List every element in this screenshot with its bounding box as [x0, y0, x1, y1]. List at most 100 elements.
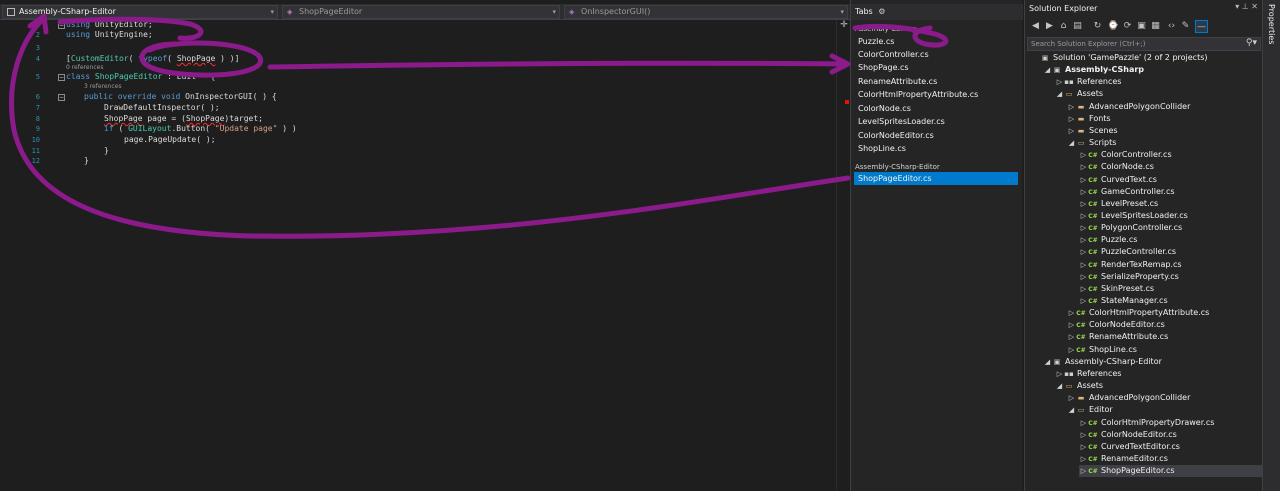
pending-changes-icon[interactable]: ⌚ — [1107, 20, 1120, 33]
tree-item[interactable]: ▷ ▬ Fonts — [1067, 113, 1280, 125]
tab-item[interactable]: Puzzle.cs — [854, 35, 1018, 48]
collapsed-arrow-icon[interactable]: ▷ — [1067, 319, 1076, 331]
tree-item[interactable]: ▷ C# PolygonController.cs — [1079, 222, 1280, 234]
preview-icon[interactable]: — — [1195, 20, 1208, 33]
tab-item[interactable]: LevelSpritesLoader.cs — [854, 115, 1018, 128]
tree-item[interactable]: ▷ C# CurvedTextEditor.cs — [1079, 441, 1280, 453]
gear-icon[interactable]: ⚙ — [878, 7, 885, 16]
collapsed-arrow-icon[interactable]: ▷ — [1055, 76, 1064, 88]
tab-item[interactable]: RenameAttribute.cs — [854, 75, 1018, 88]
tree-item[interactable]: ▷ C# SerializeProperty.cs — [1079, 271, 1280, 283]
collapsed-arrow-icon[interactable]: ▷ — [1079, 198, 1088, 210]
member-dropdown[interactable]: ◈ OnInspectorGUI() ▾ — [564, 5, 848, 19]
collapsed-arrow-icon[interactable]: ▷ — [1067, 307, 1076, 319]
tree-item[interactable]: ▷ ▬ AdvancedPolygonCollider — [1067, 101, 1280, 113]
expanded-arrow-icon[interactable]: ◢ — [1055, 380, 1064, 392]
tab-item-selected[interactable]: ShopPageEditor.cs — [854, 172, 1018, 185]
expanded-arrow-icon[interactable]: ◢ — [1043, 356, 1052, 368]
tree-item[interactable]: ▷ C# ColorNode.cs — [1079, 161, 1280, 173]
tree-item[interactable]: ▷ C# RenameAttribute.cs — [1067, 331, 1280, 343]
tree-item[interactable]: ▣ Solution 'GamePazzle' (2 of 2 projects) — [1031, 52, 1267, 64]
pin-icon[interactable]: ⊥ — [1242, 2, 1249, 11]
collapsed-arrow-icon[interactable]: ▷ — [1079, 186, 1088, 198]
codelens-references[interactable]: 0 references — [66, 64, 104, 72]
tree-item[interactable]: ▷ C# StateManager.cs — [1079, 295, 1280, 307]
tree-item[interactable]: ▷ ▪▪ References — [1055, 76, 1280, 88]
tree-item[interactable]: ◢ ▭ Scripts — [1067, 137, 1280, 149]
tree-item[interactable]: ▷ C# ColorHtmlPropertyAttribute.cs — [1067, 307, 1280, 319]
sync-icon[interactable]: ⟳ — [1121, 20, 1134, 33]
collapsed-arrow-icon[interactable]: ▷ — [1055, 368, 1064, 380]
tab-item[interactable]: ShopLine.cs — [854, 142, 1018, 155]
collapsed-arrow-icon[interactable]: ▷ — [1079, 441, 1088, 453]
collapsed-arrow-icon[interactable]: ▷ — [1079, 465, 1088, 477]
collapsed-arrow-icon[interactable]: ▷ — [1079, 295, 1088, 307]
tree-item[interactable]: ▷ C# LevelSpritesLoader.cs — [1079, 210, 1280, 222]
tree-item[interactable]: ▷ C# ColorNodeEditor.cs — [1079, 429, 1280, 441]
tree-item[interactable]: ▷ ▬ Scenes — [1067, 125, 1280, 137]
collapsed-arrow-icon[interactable]: ▷ — [1067, 331, 1076, 343]
collapsed-arrow-icon[interactable]: ▷ — [1079, 149, 1088, 161]
code-editor[interactable]: Assembly-CSharp-Editor ▾ ◈ ShopPageEdito… — [0, 0, 850, 491]
dropdown-icon[interactable]: ▾ — [1235, 2, 1239, 11]
tab-item[interactable]: ShopPage.cs — [854, 61, 1018, 74]
tree-item[interactable]: ▷ C# ColorHtmlPropertyDrawer.cs — [1079, 417, 1280, 429]
forward-icon[interactable]: ▶ — [1043, 20, 1056, 33]
tree-item[interactable]: ◢ ▣ Assembly-CSharp — [1043, 64, 1279, 76]
collapsed-arrow-icon[interactable]: ▷ — [1079, 161, 1088, 173]
home-icon[interactable]: ⌂ — [1057, 20, 1070, 33]
tree-item[interactable]: ◢ ▭ Editor — [1067, 404, 1280, 416]
tree-item[interactable]: ▷ C# RenderTexRemap.cs — [1079, 259, 1280, 271]
expanded-arrow-icon[interactable]: ◢ — [1055, 88, 1064, 100]
tree-item-selected[interactable]: ▷ C# ShopPageEditor.cs — [1079, 465, 1280, 478]
expanded-arrow-icon[interactable]: ◢ — [1067, 137, 1076, 149]
tab-item[interactable]: ColorController.cs — [854, 48, 1018, 61]
vertical-scrollbar[interactable]: ✛ — [836, 20, 850, 491]
collapsed-arrow-icon[interactable]: ▷ — [1067, 392, 1076, 404]
expanded-arrow-icon[interactable]: ◢ — [1043, 64, 1052, 76]
solution-search-input[interactable]: Search Solution Explorer (Ctrl+;) ⚲▾ — [1027, 37, 1261, 51]
collapse-toggle[interactable]: − — [58, 74, 65, 81]
collapsed-arrow-icon[interactable]: ▷ — [1067, 101, 1076, 113]
collapsed-arrow-icon[interactable]: ▷ — [1079, 271, 1088, 283]
tab-item[interactable]: ColorHtmlPropertyAttribute.cs — [854, 88, 1018, 101]
collapsed-arrow-icon[interactable]: ▷ — [1079, 222, 1088, 234]
search-icon[interactable]: ⚲▾ — [1246, 37, 1257, 49]
tree-item[interactable]: ◢ ▭ Assets — [1055, 380, 1280, 392]
tree-item[interactable]: ▷ C# Puzzle.cs — [1079, 234, 1280, 246]
tree-item[interactable]: ◢ ▣ Assembly-CSharp-Editor — [1043, 356, 1279, 368]
tree-item[interactable]: ▷ C# GameController.cs — [1079, 186, 1280, 198]
collapse-toggle[interactable]: − — [58, 94, 65, 101]
tree-item[interactable]: ▷ C# ColorNodeEditor.cs — [1067, 319, 1280, 331]
tree-item[interactable]: ▷ C# LevelPreset.cs — [1079, 198, 1280, 210]
expanded-arrow-icon[interactable]: ◢ — [1067, 404, 1076, 416]
history-icon[interactable]: ↻ — [1091, 20, 1104, 33]
collapse-toggle[interactable]: − — [58, 22, 65, 29]
collapsed-arrow-icon[interactable]: ▷ — [1079, 174, 1088, 186]
collapsed-arrow-icon[interactable]: ▷ — [1067, 125, 1076, 137]
collapsed-arrow-icon[interactable]: ▷ — [1079, 283, 1088, 295]
tab-item[interactable]: ColorNodeEditor.cs — [854, 129, 1018, 142]
project-dropdown[interactable]: Assembly-CSharp-Editor ▾ — [2, 5, 278, 19]
collapsed-arrow-icon[interactable]: ▷ — [1079, 453, 1088, 465]
collapsed-arrow-icon[interactable]: ▷ — [1079, 210, 1088, 222]
collapsed-arrow-icon[interactable]: ▷ — [1079, 234, 1088, 246]
tree-item[interactable]: ▷ C# ColorController.cs — [1079, 149, 1280, 161]
properties-tab[interactable]: Properties — [1262, 0, 1280, 491]
tree-item[interactable]: ▷ ▪▪ References — [1055, 368, 1280, 380]
collapsed-arrow-icon[interactable]: ▷ — [1079, 417, 1088, 429]
collapse-all-icon[interactable]: ▣ — [1135, 20, 1148, 33]
split-icon[interactable]: ✛ — [838, 20, 850, 30]
collapsed-arrow-icon[interactable]: ▷ — [1079, 259, 1088, 271]
tree-item[interactable]: ▷ C# RenameEditor.cs — [1079, 453, 1280, 465]
tree-item[interactable]: ▷ C# PuzzleController.cs — [1079, 246, 1280, 258]
collapsed-arrow-icon[interactable]: ▷ — [1067, 113, 1076, 125]
collapsed-arrow-icon[interactable]: ▷ — [1079, 246, 1088, 258]
class-dropdown[interactable]: ◈ ShopPageEditor ▾ — [282, 5, 560, 19]
tree-item[interactable]: ▷ ▬ AdvancedPolygonCollider — [1067, 392, 1280, 404]
tree-item[interactable]: ▷ C# ShopLine.cs — [1067, 344, 1280, 356]
close-icon[interactable]: ✕ — [1251, 2, 1258, 11]
code-area[interactable]: using UnityEditor; using UnityEngine; [C… — [66, 20, 836, 490]
back-icon[interactable]: ◀ — [1029, 20, 1042, 33]
tree-item[interactable]: ▷ C# CurvedText.cs — [1079, 174, 1280, 186]
